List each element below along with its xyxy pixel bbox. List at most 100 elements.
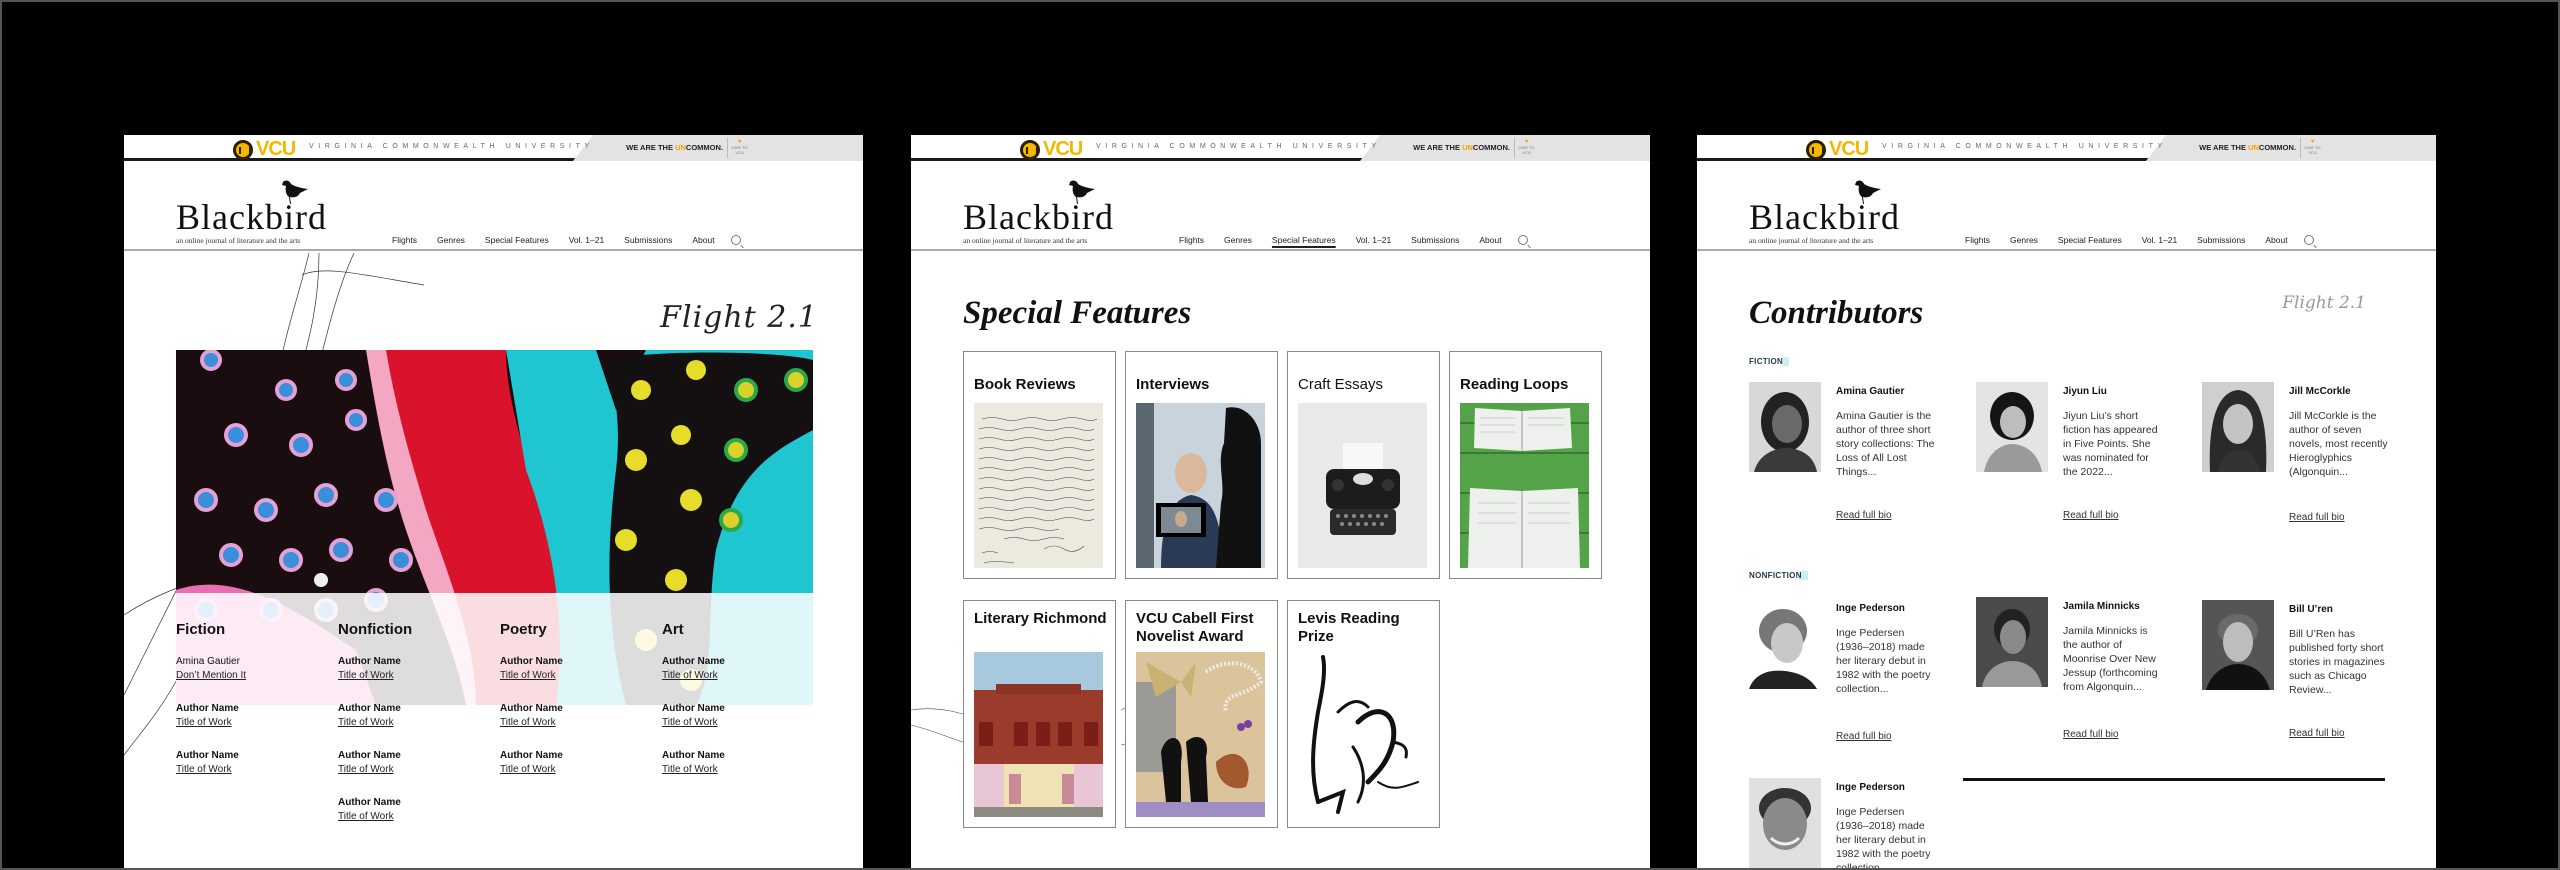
give-link[interactable]: ♥ GIVE TO VCU [2300, 138, 2324, 158]
search-icon[interactable] [730, 235, 741, 245]
work-title-link[interactable]: Title of Work [500, 669, 662, 683]
feature-card-craft-essays[interactable]: Craft Essays [1287, 351, 1440, 579]
site-tagline: an online journal of literature and the … [176, 236, 301, 245]
nav-genres[interactable]: Genres [2010, 235, 2038, 245]
work-title-link[interactable]: Title of Work [338, 810, 500, 824]
site-name: Blackbird [176, 197, 327, 237]
nav-volumes[interactable]: Vol. 1–21 [2142, 235, 2177, 245]
genre-column-art: Art Author Name Title of Work Author Name… [662, 621, 824, 843]
work-author[interactable]: Author Name [662, 749, 824, 763]
contributor-name[interactable]: Jill McCorkle [2289, 386, 2351, 397]
university-name: VIRGINIA COMMONWEALTH UNIVERSITY [1096, 143, 1381, 150]
nav-submissions[interactable]: Submissions [1411, 235, 1459, 245]
contributor-name[interactable]: Amina Gautier [1836, 386, 1904, 397]
search-icon[interactable] [2303, 235, 2314, 245]
uncommon-tagline[interactable]: WE ARE THE UNCOMMON. [626, 143, 723, 152]
genre-heading[interactable]: Fiction [176, 621, 338, 638]
nav-special-features[interactable]: Special Features [485, 235, 549, 245]
work-title-link[interactable]: Title of Work [662, 716, 824, 730]
nav-flights[interactable]: Flights [1965, 235, 1990, 245]
feature-card-title: Book Reviews [974, 376, 1076, 393]
work-author[interactable]: Author Name [500, 655, 662, 669]
contributor-name[interactable]: Inge Pederson [1836, 603, 1905, 614]
read-full-bio-link[interactable]: Read full bio [1836, 731, 1892, 742]
uncommon-tagline[interactable]: WE ARE THE UNCOMMON. [1413, 143, 1510, 152]
genre-heading[interactable]: Poetry [500, 621, 662, 638]
read-full-bio-link[interactable]: Read full bio [2063, 510, 2119, 521]
feature-card-literary-richmond[interactable]: Literary Richmond [963, 600, 1116, 828]
section-label-nonfiction: NONFICTION [1749, 571, 1808, 580]
work-title-link[interactable]: Title of Work [662, 669, 824, 683]
work-author[interactable]: Author Name [338, 749, 500, 763]
read-full-bio-link[interactable]: Read full bio [1836, 510, 1892, 521]
nav-flights[interactable]: Flights [1179, 235, 1204, 245]
nav-about[interactable]: About [2265, 235, 2287, 245]
work-author[interactable]: Amina Gautier [176, 655, 338, 669]
read-full-bio-link[interactable]: Read full bio [2289, 728, 2345, 739]
work-title-link[interactable]: Title of Work [176, 716, 338, 730]
nav-submissions[interactable]: Submissions [624, 235, 672, 245]
contributor-photo [1976, 597, 2048, 687]
work-title-link[interactable]: Title of Work [338, 763, 500, 777]
nav-genres[interactable]: Genres [1224, 235, 1252, 245]
work-title-link[interactable]: Title of Work [338, 716, 500, 730]
give-label: GIVE TO VCU [731, 145, 748, 155]
work-title-link[interactable]: Don’t Mention It [176, 669, 338, 683]
feature-card-book-reviews[interactable]: Book Reviews [963, 351, 1116, 579]
work-author[interactable]: Author Name [500, 749, 662, 763]
work-title-link[interactable]: Title of Work [500, 716, 662, 730]
university-name: VIRGINIA COMMONWEALTH UNIVERSITY [309, 143, 594, 150]
nav-about[interactable]: About [692, 235, 714, 245]
ink-portrait-illustration [1311, 655, 1419, 814]
work-author[interactable]: Author Name [338, 796, 500, 810]
contributor-name[interactable]: Jiyun Liu [2063, 386, 2107, 397]
genre-heading[interactable]: Nonfiction [338, 621, 500, 638]
nav-special-features[interactable]: Special Features [2058, 235, 2122, 245]
work-author[interactable]: Author Name [338, 702, 500, 716]
uncommon-tagline[interactable]: WE ARE THE UNCOMMON. [2199, 143, 2296, 152]
camera-illustration [1136, 403, 1265, 568]
work-title-link[interactable]: Title of Work [338, 669, 500, 683]
work-item: Author Name Title of Work [500, 749, 662, 777]
feature-card-cabell-award[interactable]: VCU Cabell First Novelist Award [1125, 600, 1278, 828]
give-link[interactable]: ♥ GIVE TO VCU [1514, 138, 1538, 158]
nav-flights[interactable]: Flights [392, 235, 417, 245]
vcu-logo[interactable]: VCU [1020, 138, 1083, 161]
work-author[interactable]: Author Name [176, 702, 338, 716]
nav-volumes[interactable]: Vol. 1–21 [569, 235, 604, 245]
genre-heading[interactable]: Art [662, 621, 824, 638]
nav-volumes[interactable]: Vol. 1–21 [1356, 235, 1391, 245]
page-title: Special Features [963, 295, 1192, 331]
nav-special-features-active[interactable]: Special Features [1272, 235, 1336, 245]
work-author[interactable]: Author Name [176, 749, 338, 763]
feature-card-levis-prize[interactable]: Levis Reading Prize [1287, 600, 1440, 828]
give-link[interactable]: ♥ GIVE TO VCU [727, 138, 751, 158]
nav-submissions[interactable]: Submissions [2197, 235, 2245, 245]
contributor-name[interactable]: Jamila Minnicks [2063, 601, 2140, 612]
search-icon[interactable] [1517, 235, 1528, 245]
nav-about[interactable]: About [1479, 235, 1501, 245]
work-author[interactable]: Author Name [662, 702, 824, 716]
nav-genres[interactable]: Genres [437, 235, 465, 245]
work-author[interactable]: Author Name [338, 655, 500, 669]
site-name: Blackbird [963, 197, 1114, 237]
collage-image [1136, 652, 1265, 817]
page-title: Contributors [1749, 295, 1924, 331]
panel-special-features: VCU VIRGINIA COMMONWEALTH UNIVERSITY WE … [911, 135, 1650, 870]
tagline-post: COMMON. [685, 143, 723, 152]
vcu-logo[interactable]: VCU [233, 138, 296, 161]
work-author[interactable]: Author Name [662, 655, 824, 669]
feature-card-reading-loops[interactable]: Reading Loops [1449, 351, 1602, 579]
contributor-name[interactable]: Inge Pederson [1836, 782, 1905, 793]
feature-card-interviews[interactable]: Interviews [1125, 351, 1278, 579]
vcu-logo[interactable]: VCU [1806, 138, 1869, 161]
work-title-link[interactable]: Title of Work [500, 763, 662, 777]
work-title-link[interactable]: Title of Work [176, 763, 338, 777]
work-author[interactable]: Author Name [500, 702, 662, 716]
contributor-bio: Amina Gautier is the author of three sho… [1836, 410, 1935, 478]
panel-flight-home: VCU VIRGINIA COMMONWEALTH UNIVERSITY WE … [124, 135, 863, 870]
read-full-bio-link[interactable]: Read full bio [2289, 512, 2345, 523]
work-title-link[interactable]: Title of Work [662, 763, 824, 777]
contributor-name[interactable]: Bill U’ren [2289, 604, 2333, 615]
read-full-bio-link[interactable]: Read full bio [2063, 729, 2119, 740]
